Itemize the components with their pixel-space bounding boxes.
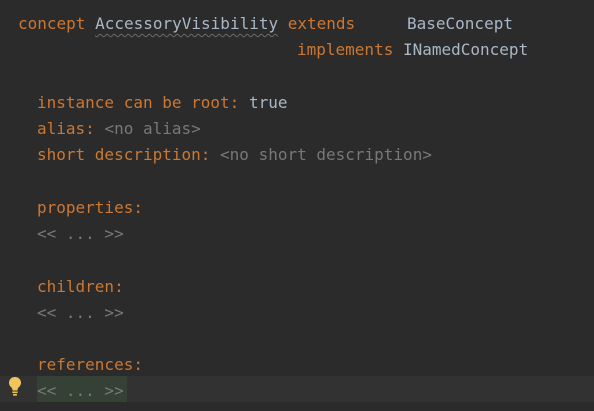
implements-keyword: implements bbox=[297, 40, 394, 59]
children-label: children: bbox=[37, 277, 124, 296]
extends-value-line: BaseConcept bbox=[407, 11, 513, 37]
short-description-value[interactable]: <no short description> bbox=[220, 145, 432, 164]
lightbulb-icon[interactable] bbox=[8, 376, 22, 398]
root-value[interactable]: true bbox=[249, 93, 288, 112]
root-label: instance can be root: bbox=[37, 93, 240, 112]
short-description-line: short description: <no short description… bbox=[37, 142, 432, 168]
alias-line: alias: <no alias> bbox=[37, 116, 201, 142]
concept-keyword: concept bbox=[18, 14, 86, 33]
concept-declaration-line: concept AccessoryVisibility extends bbox=[18, 11, 355, 37]
root-line: instance can be root: true bbox=[37, 90, 287, 116]
extends-value[interactable]: BaseConcept bbox=[407, 14, 513, 33]
references-placeholder[interactable]: << ... >> bbox=[37, 378, 124, 404]
short-description-label: short description: bbox=[37, 145, 211, 164]
code-editor[interactable]: concept AccessoryVisibility extends Base… bbox=[0, 0, 594, 411]
properties-placeholder[interactable]: << ... >> bbox=[37, 221, 124, 247]
alias-label: alias: bbox=[37, 119, 95, 138]
references-label: references: bbox=[37, 355, 143, 374]
children-placeholder[interactable]: << ... >> bbox=[37, 300, 124, 326]
extends-keyword: extends bbox=[287, 14, 356, 33]
implements-value[interactable]: INamedConcept bbox=[403, 40, 528, 59]
concept-name[interactable]: AccessoryVisibility bbox=[95, 14, 278, 33]
properties-label: properties: bbox=[37, 198, 143, 217]
alias-value[interactable]: <no alias> bbox=[104, 119, 200, 138]
implements-line: implements INamedConcept bbox=[297, 37, 528, 63]
